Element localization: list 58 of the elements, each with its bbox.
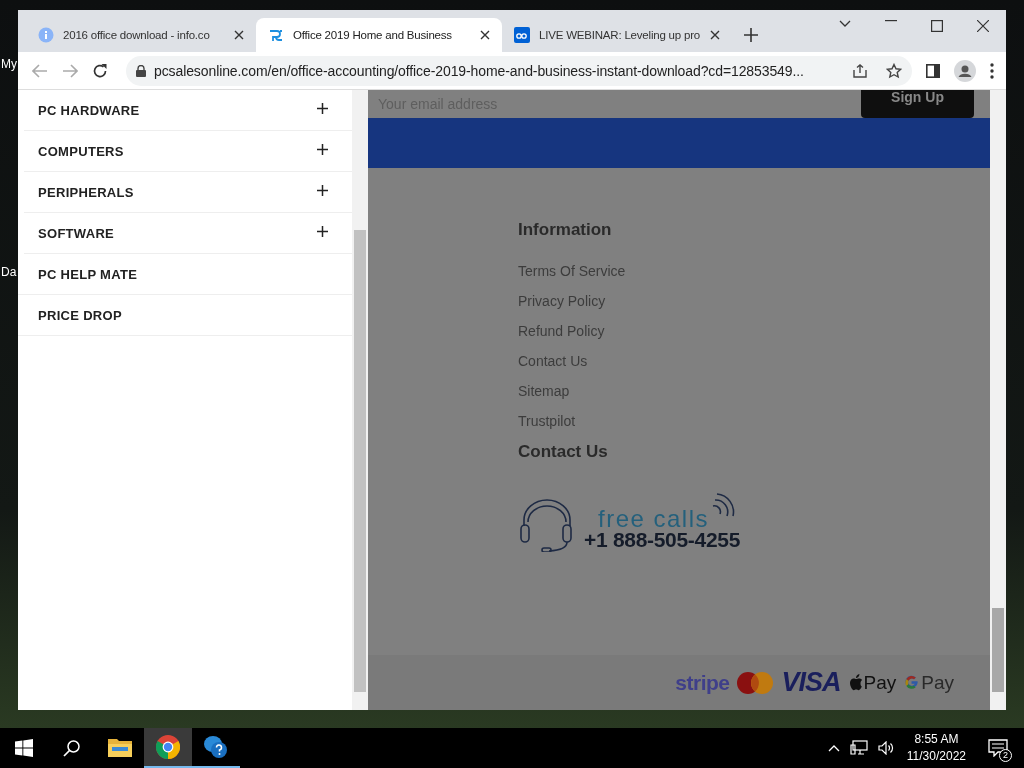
folder-icon: [108, 737, 132, 757]
close-icon[interactable]: [480, 30, 490, 40]
chrome-icon: [156, 735, 180, 759]
chevron-down-icon[interactable]: [839, 20, 851, 28]
drawer-scrollbar[interactable]: [352, 90, 368, 710]
close-icon[interactable]: [234, 30, 244, 40]
site-favicon: [514, 27, 530, 43]
lock-icon: [136, 64, 146, 77]
help-chat-icon: [203, 735, 229, 759]
desktop-icon-label[interactable]: My: [1, 57, 19, 71]
reload-icon[interactable]: [92, 62, 108, 79]
close-icon[interactable]: [710, 30, 720, 40]
plus-icon[interactable]: [317, 184, 328, 196]
plus-icon[interactable]: [317, 143, 328, 155]
section-heading: Information: [518, 220, 612, 240]
more-menu-icon[interactable]: [990, 62, 994, 79]
info-icon: [38, 27, 54, 43]
mastercard-logo: [737, 671, 774, 694]
browser-tab[interactable]: Office 2019 Home and Business: [256, 18, 502, 52]
maximize-icon[interactable]: [931, 20, 943, 32]
sign-up-button[interactable]: Sign Up: [861, 90, 974, 118]
chevron-up-icon[interactable]: [827, 744, 840, 752]
payment-logo: VISA: [781, 667, 841, 698]
site-favicon: [268, 27, 284, 43]
browser-tab[interactable]: LIVE WEBINAR: Leveling up pro: [502, 18, 732, 52]
payment-logo: stripe: [675, 670, 730, 695]
payment-logo: Pay: [848, 672, 897, 693]
taskbar-clock[interactable]: 8:55 AM 11/30/2022: [906, 731, 966, 765]
volume-icon[interactable]: [877, 741, 894, 755]
desktop-icon-label[interactable]: Da: [1, 265, 19, 279]
minimize-icon[interactable]: [885, 20, 897, 22]
notification-badge: 2: [999, 749, 1012, 762]
page-scrollbar[interactable]: [990, 90, 1006, 710]
star-icon[interactable]: [886, 62, 902, 79]
taskbar-app[interactable]: [144, 728, 192, 768]
address-bar[interactable]: pcsalesonline.com/en/office-accounting/office-2019-home-and-business-instant-download?cd=12853549...: [126, 55, 912, 86]
notification-icon[interactable]: [988, 739, 1008, 757]
windows-start-icon[interactable]: [15, 739, 33, 757]
g-icon: [904, 675, 920, 690]
side-panel-icon[interactable]: [926, 63, 940, 78]
browser-tab[interactable]: 2016 office download - info.co: [26, 18, 256, 52]
share-icon[interactable]: [852, 62, 868, 79]
tab-title: 2016 office download - info.co: [63, 29, 211, 41]
free-calls-text: free calls: [598, 508, 710, 530]
profile-avatar-icon[interactable]: [954, 59, 976, 82]
close-icon[interactable]: [977, 20, 989, 32]
url-text: pcsalesonline.com/en/office-accounting/office-2019-home-and-business-instant-download?cd=12853549...: [154, 62, 805, 79]
section-heading: Contact Us: [518, 442, 608, 462]
tab-title: Office 2019 Home and Business: [293, 29, 453, 41]
plus-icon[interactable]: [317, 225, 328, 237]
tab-title: LIVE WEBINAR: Leveling up pro: [539, 29, 701, 41]
search-icon[interactable]: [63, 739, 81, 757]
apple-icon: [848, 674, 863, 691]
payment-logo: Pay: [904, 672, 954, 693]
network-icon[interactable]: [849, 740, 868, 756]
plus-icon[interactable]: [317, 102, 328, 114]
new-tab-icon[interactable]: [744, 28, 758, 42]
phone-number: +1 888-505-4255: [584, 528, 741, 552]
